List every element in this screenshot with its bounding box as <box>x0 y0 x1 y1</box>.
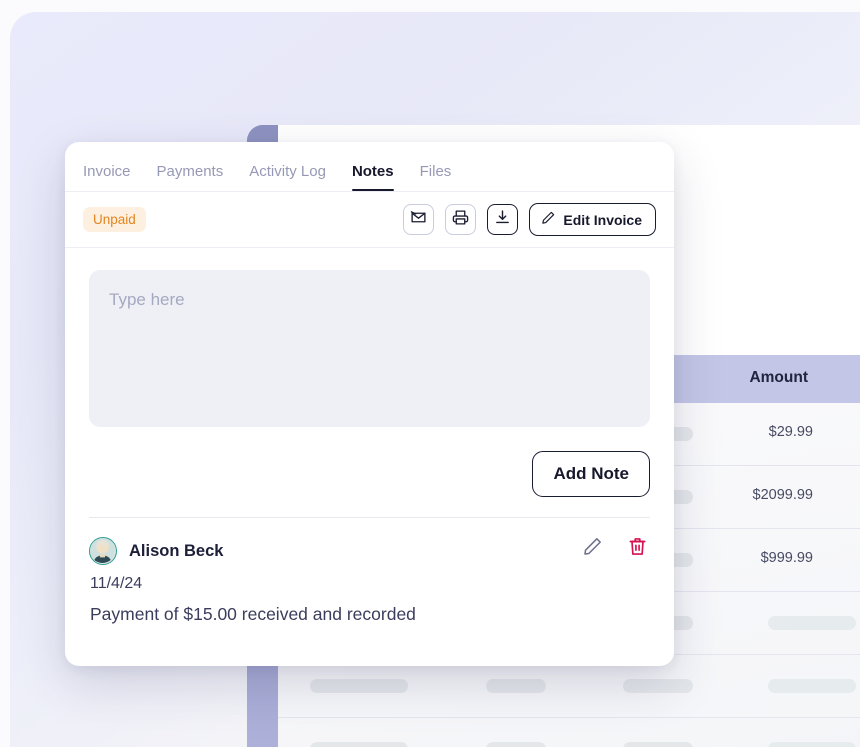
tab-notes[interactable]: Notes <box>351 163 394 191</box>
note-action-group <box>582 536 648 562</box>
tab-payments[interactable]: Payments <box>157 163 224 191</box>
status-badge: Unpaid <box>83 207 146 232</box>
table-cell-amount: $29.99 <box>768 424 813 440</box>
delete-note-button[interactable] <box>627 536 648 562</box>
edit-note-button[interactable] <box>582 536 603 562</box>
cell-skeleton <box>623 679 693 693</box>
user-photo-avatar <box>90 538 115 563</box>
table-row[interactable] <box>278 718 860 747</box>
tab-activity-log[interactable]: Activity Log <box>249 163 326 191</box>
envelope-send-icon <box>410 209 427 231</box>
edit-invoice-label: Edit Invoice <box>563 211 642 228</box>
table-cell-amount: $2099.99 <box>752 487 813 503</box>
cell-skeleton <box>768 616 856 630</box>
trash-icon <box>627 536 648 562</box>
cell-skeleton <box>310 679 408 693</box>
download-icon <box>494 209 511 231</box>
screenshot-scene: $0.00 Due Invoices Amount $29.99 <box>0 0 860 747</box>
avatar <box>89 537 117 565</box>
pencil-icon <box>582 536 603 562</box>
note-text: Payment of $15.00 received and recorded <box>90 604 416 624</box>
cell-skeleton <box>768 742 856 747</box>
modal-tabbar: Invoice Payments Activity Log Notes File… <box>65 142 674 192</box>
action-button-group: Edit Invoice <box>403 203 656 236</box>
note-date: 11/4/24 <box>90 575 143 592</box>
printer-icon <box>452 209 469 231</box>
notes-panel: Add Note <box>65 248 674 625</box>
cell-skeleton <box>486 679 546 693</box>
print-button[interactable] <box>445 204 477 235</box>
cell-skeleton <box>486 742 546 747</box>
note-textarea[interactable] <box>89 270 650 427</box>
pencil-icon <box>541 210 556 230</box>
app-shell: $0.00 Due Invoices Amount $29.99 <box>10 12 860 747</box>
add-note-button[interactable]: Add Note <box>532 451 650 497</box>
table-cell-amount: $999.99 <box>760 550 813 566</box>
cell-skeleton <box>623 742 693 747</box>
tab-invoice[interactable]: Invoice <box>83 163 131 191</box>
cell-skeleton <box>768 679 856 693</box>
modal-actionbar: Unpaid Edit Invoice <box>65 192 674 248</box>
note-header: Alison Beck <box>89 537 650 565</box>
note-author: Alison Beck <box>129 541 224 560</box>
add-note-row: Add Note <box>89 451 650 497</box>
edit-invoice-button[interactable]: Edit Invoice <box>529 203 656 236</box>
send-email-button[interactable] <box>403 204 435 235</box>
note-list-item: Alison Beck 11/4/24 Payment of $15.00 re… <box>89 518 650 625</box>
tab-files[interactable]: Files <box>420 163 452 191</box>
column-header-amount: Amount <box>749 369 808 386</box>
download-button[interactable] <box>487 204 519 235</box>
invoice-detail-modal: Invoice Payments Activity Log Notes File… <box>65 142 674 666</box>
cell-skeleton <box>310 742 408 747</box>
